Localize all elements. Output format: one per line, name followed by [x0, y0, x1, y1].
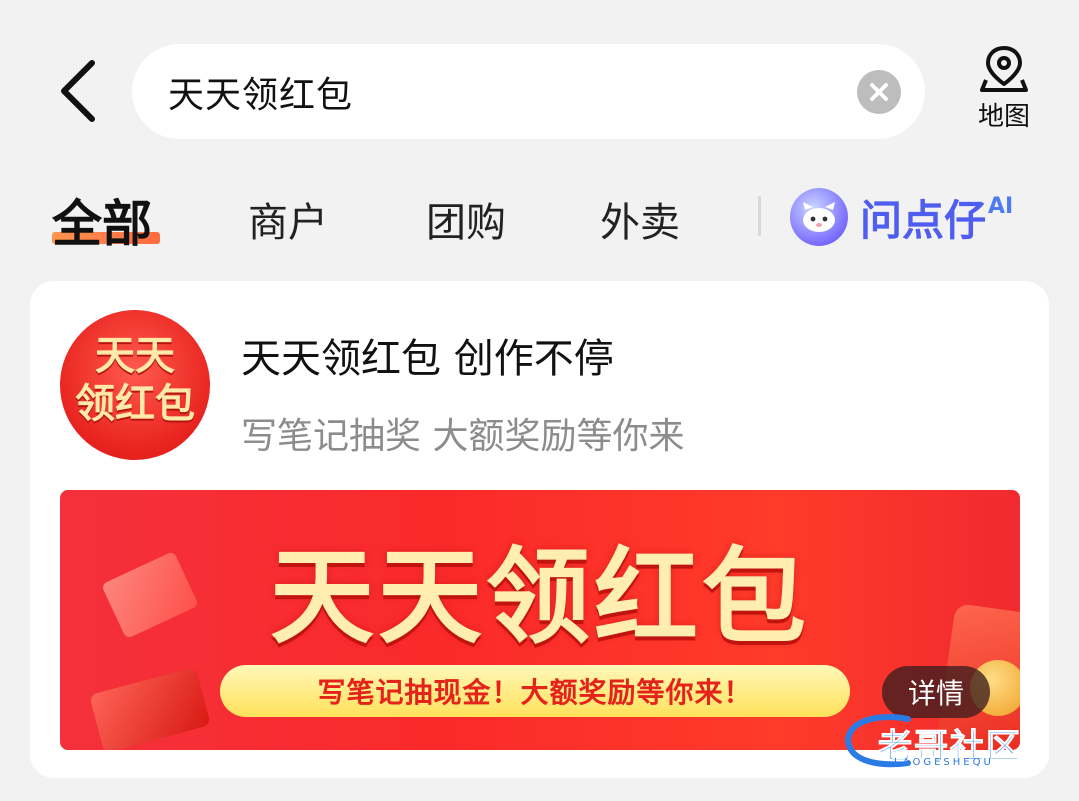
logo-text: 天天 领红包	[75, 333, 195, 427]
ai-mascot-icon	[790, 188, 848, 246]
result-card[interactable]: 天天 领红包 天天领红包 创作不停 写笔记抽奖 大额奖励等你来 天天领红包 写笔记…	[30, 281, 1049, 778]
tab-divider	[758, 196, 761, 236]
watermark-subtext: LAOGESHEQU	[894, 757, 994, 768]
tab-all[interactable]: 全部	[52, 184, 152, 256]
banner-pill-text: 写笔记抽现金！大额奖励等你来！	[220, 665, 850, 717]
result-logo: 天天 领红包	[60, 310, 210, 460]
clear-search-button[interactable]	[857, 70, 901, 114]
map-button[interactable]: 地图	[966, 44, 1042, 139]
back-button[interactable]	[48, 56, 108, 126]
map-pin-icon	[980, 46, 1028, 92]
tab-takeout[interactable]: 外卖	[600, 190, 680, 248]
category-tabs: 全部 商户 团购 外卖 问点仔 AI	[0, 178, 1079, 258]
red-envelope-decoration	[89, 666, 211, 750]
result-title[interactable]: 天天领红包 创作不停	[241, 326, 614, 384]
chevron-left-icon	[61, 60, 95, 122]
result-subtitle: 写笔记抽奖 大额奖励等你来	[241, 416, 685, 457]
search-input[interactable]: 天天领红包	[132, 44, 925, 139]
map-label: 地图	[977, 102, 1030, 132]
ai-badge: AI	[988, 193, 1014, 219]
banner-headline: 天天领红包	[269, 536, 810, 658]
tab-merchants[interactable]: 商户	[248, 190, 328, 248]
watermark: 老哥社区 LAOGESHEQU	[838, 705, 1063, 775]
close-icon	[870, 83, 888, 101]
ai-assistant-name: 问点仔	[860, 195, 987, 245]
tab-ai-assistant[interactable]: 问点仔 AI	[790, 182, 1013, 252]
tab-group-buy[interactable]: 团购	[426, 190, 506, 248]
search-query-text: 天天领红包	[168, 74, 354, 116]
